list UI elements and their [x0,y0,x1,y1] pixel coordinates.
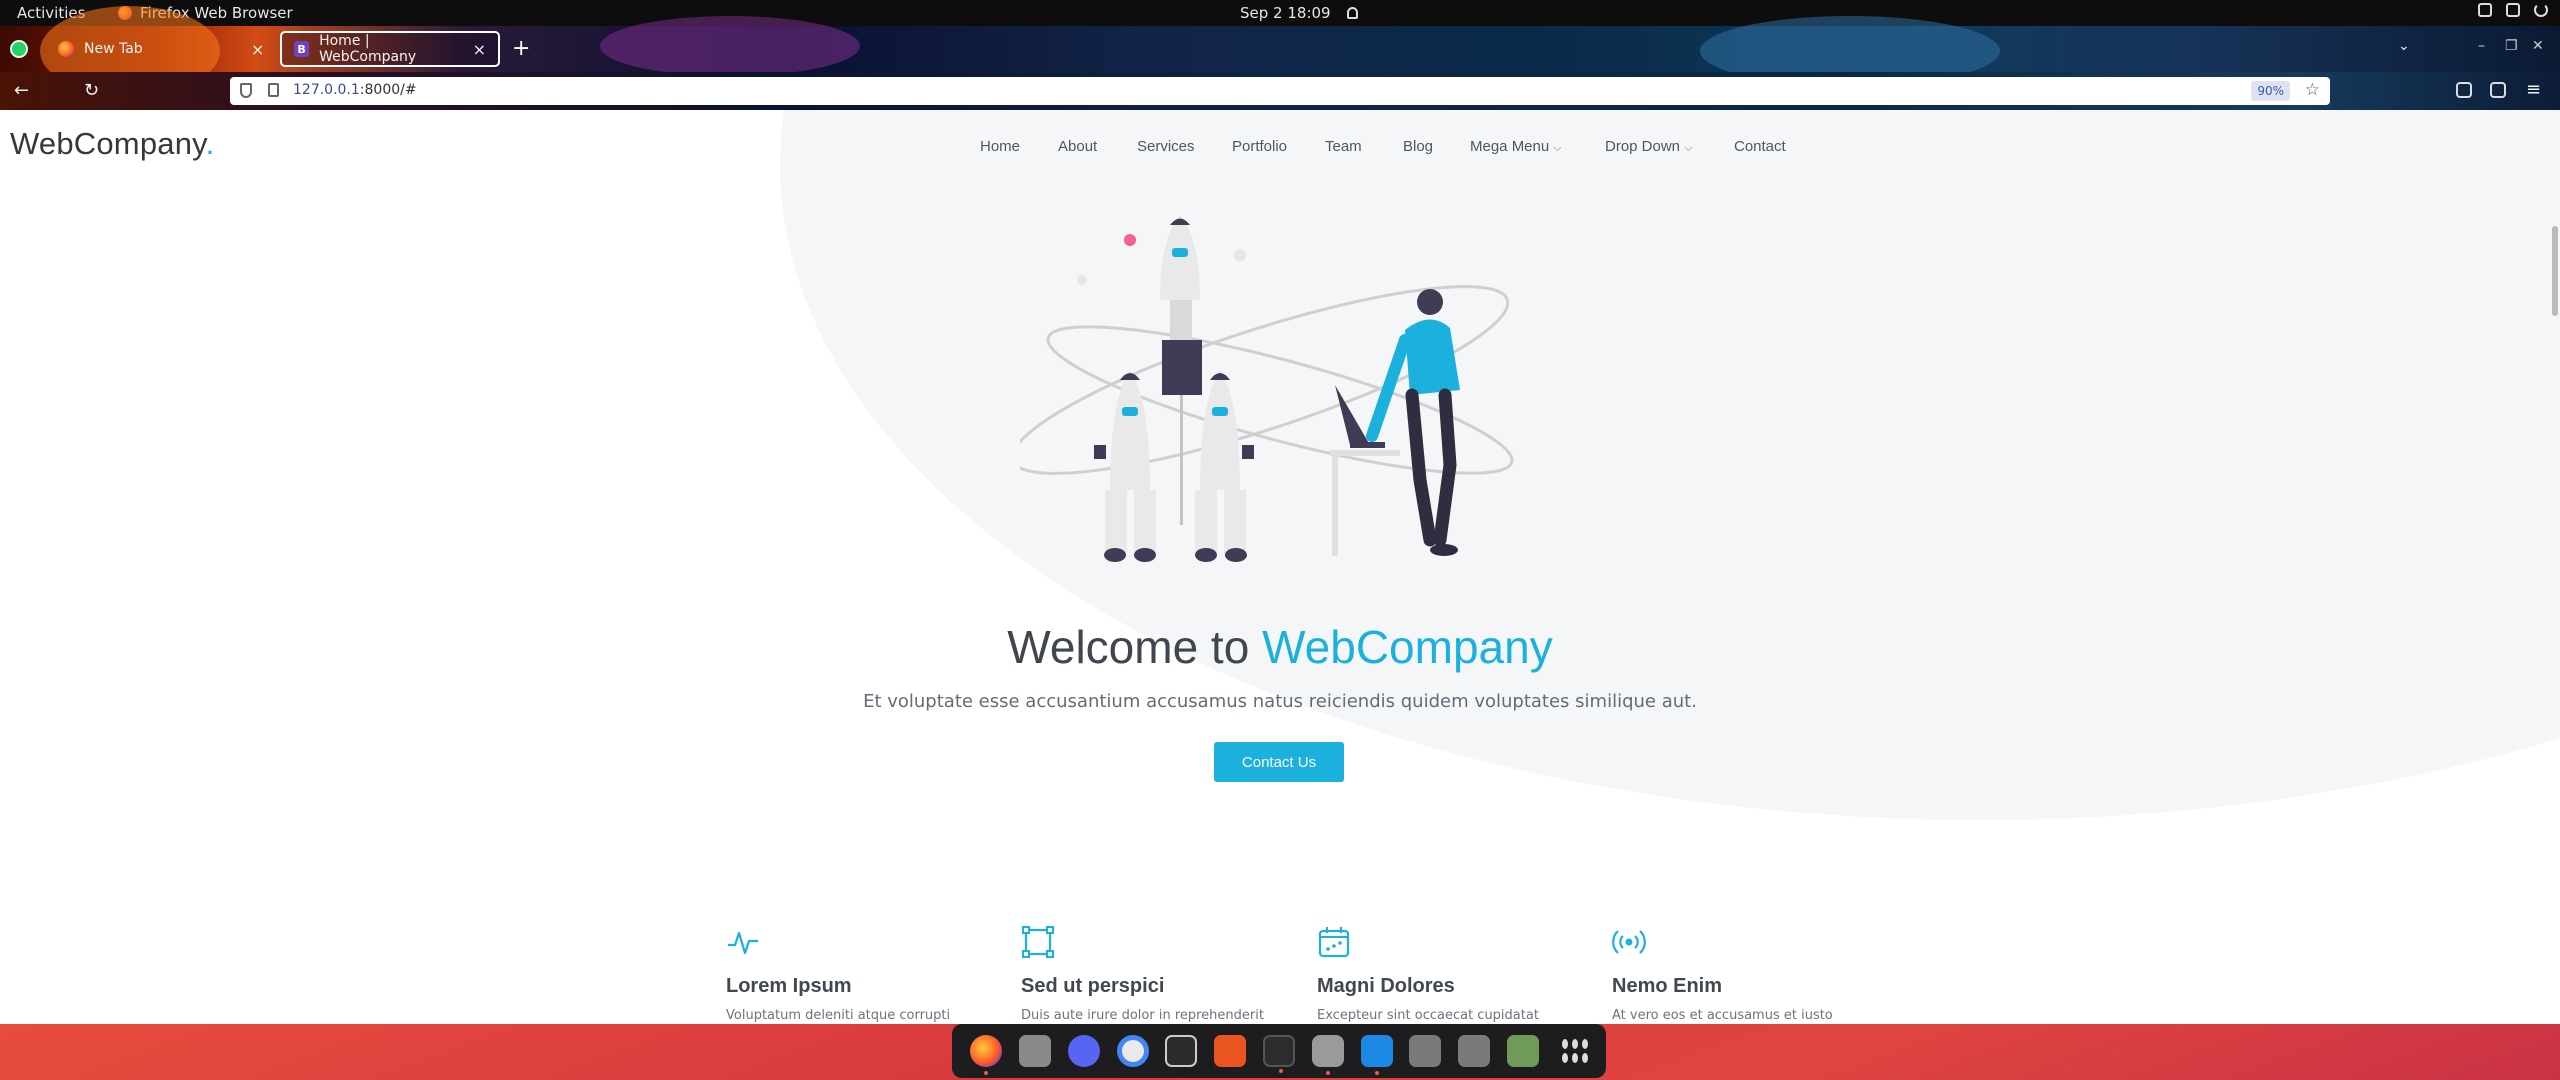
contact-us-button[interactable]: Contact Us [1214,742,1344,782]
tracking-protection-icon[interactable] [240,83,252,98]
tab-title: Home | WebCompany [319,33,417,65]
tab-home-webcompany[interactable]: B Home | WebCompany × [280,31,500,67]
power-icon[interactable] [2534,3,2548,17]
alarm-icon [1346,7,1358,19]
site-logo[interactable]: WebCompany. [10,126,214,162]
nav-mega-menu[interactable]: Mega Menu ⌵ [1470,138,1562,155]
nav-portfolio[interactable]: Portfolio [1232,138,1287,155]
drive-icon[interactable] [1409,1035,1442,1067]
tab-title: New Tab [84,41,143,57]
nav-team[interactable]: Team [1325,138,1362,155]
back-icon[interactable]: ← [14,80,29,101]
drive-icon[interactable] [1458,1035,1491,1067]
tab-strip: New Tab × B Home | WebCompany × + ⌄ – ❐ … [0,6,2560,96]
hero-title: Welcome to WebCompany [1007,621,1553,673]
extensions-icon[interactable] [2490,82,2506,98]
vscode-icon[interactable] [1360,1035,1393,1075]
system-tray[interactable] [2478,3,2548,17]
close-tab-icon[interactable]: × [473,40,486,59]
theme-decoration [600,16,860,76]
chrome-icon[interactable] [1116,1035,1149,1067]
software-center-icon[interactable] [1214,1035,1247,1067]
new-tab-button[interactable]: + [512,36,530,61]
feature-title: Magni Dolores [1317,975,1455,997]
feature-title: Sed ut perspici [1021,975,1165,997]
zoom-level-badge[interactable]: 90% [2251,81,2290,101]
hero-subtitle: Et voluptate esse accusantium accusamus … [863,691,1697,712]
feature-title: Lorem Ipsum [726,975,852,997]
firefox-icon[interactable] [970,1035,1003,1075]
feature-card[interactable]: Magni Dolores Excepteur sint occaecat cu… [1317,925,1577,1023]
page-scrollbar[interactable] [2552,226,2558,316]
nav-home[interactable]: Home [980,138,1020,155]
url-bar[interactable]: 127.0.0.1:8000/# 90% ☆ [230,77,2330,105]
network-icon[interactable] [2478,3,2492,17]
running-indicator [1325,1071,1330,1075]
hamburger-menu-icon[interactable]: ≡ [2526,79,2541,100]
nav-blog[interactable]: Blog [1403,138,1433,155]
volume-icon[interactable] [2506,3,2520,17]
close-window-icon[interactable]: ✕ [2532,38,2544,54]
running-indicator [984,1071,989,1075]
running-indicator [1374,1071,1379,1075]
terminal-icon[interactable] [1262,1035,1295,1073]
minimize-icon[interactable]: – [2478,38,2485,54]
maximize-icon[interactable]: ❐ [2505,38,2518,54]
page-info-icon[interactable] [268,83,279,97]
bookmark-star-icon[interactable]: ☆ [2305,80,2320,100]
feature-card[interactable]: Lorem Ipsum Voluptatum deleniti atque co… [726,925,986,1023]
pocket-icon[interactable] [2456,82,2472,98]
dock [952,1024,1606,1078]
nav-contact[interactable]: Contact [1734,138,1786,155]
feature-text: At vero eos et accusamus et iusto [1612,1008,1833,1023]
chevron-down-icon: ⌵ [1684,142,1693,154]
reload-icon[interactable]: ↻ [84,80,99,101]
web-page: WebCompany. Home About Services Portfoli… [0,110,2560,1024]
firefox-icon [58,41,74,57]
apps-grid-icon[interactable] [1556,1035,1588,1067]
nav-drop-down[interactable]: Drop Down ⌵ [1605,138,1693,155]
discord-icon[interactable] [1067,1035,1100,1067]
clock-datetime: Sep 2 18:09 [1240,4,1331,22]
trash-icon[interactable] [1506,1035,1539,1067]
bootstrap-icon: B [294,41,310,57]
clock[interactable]: Sep 2 18:09 [1240,4,1358,22]
chevron-down-icon: ⌵ [1553,142,1562,154]
files-icon[interactable] [1019,1035,1052,1067]
feature-card[interactable]: Sed ut perspici Duis aute irure dolor in… [1021,925,1281,1023]
feature-title: Nemo Enim [1612,975,1723,997]
unity-icon[interactable] [1165,1035,1198,1067]
nav-services[interactable]: Services [1137,138,1195,155]
running-indicator [1278,1069,1283,1073]
broadcast-icon [1612,930,1646,954]
feature-text: Voluptatum deleniti atque corrupti [726,1008,951,1023]
settings-icon[interactable] [1311,1035,1344,1075]
bounding-box-icon [1022,926,1054,958]
pulse-icon [728,931,758,955]
feature-card[interactable]: Nemo Enim At vero eos et accusamus et iu… [1612,925,1872,1023]
nav-about[interactable]: About [1058,138,1097,155]
whatsapp-icon[interactable] [10,40,28,58]
feature-text: Excepteur sint occaecat cupidatat [1317,1008,1539,1023]
gnome-top-bar: Activities Firefox Web Browser Sep 2 18:… [0,0,2560,26]
list-all-tabs-icon[interactable]: ⌄ [2398,38,2410,54]
feature-text: Duis aute irure dolor in reprehenderit [1021,1008,1264,1023]
url-text[interactable]: 127.0.0.1:8000/# [293,82,417,98]
calendar-icon [1318,927,1350,958]
hero-illustration [1020,215,1514,562]
tab-new-tab[interactable]: New Tab × [46,31,271,67]
close-tab-icon[interactable]: × [251,40,264,59]
